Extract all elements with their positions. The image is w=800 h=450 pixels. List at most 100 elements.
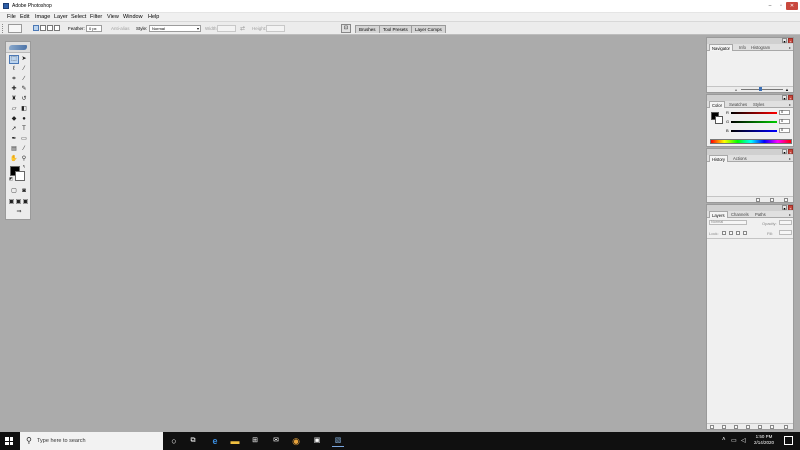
- tab-actions[interactable]: Actions: [731, 155, 749, 162]
- green-channel-slider[interactable]: [731, 121, 777, 123]
- cortana-icon[interactable]: ○: [168, 435, 180, 447]
- zoom-slider-handle[interactable]: [759, 87, 762, 91]
- path-selection-tool-icon[interactable]: ➚: [9, 125, 19, 134]
- add-selection-icon[interactable]: [40, 25, 46, 31]
- fill-input[interactable]: [779, 230, 792, 235]
- action-center-icon[interactable]: [784, 436, 793, 445]
- marquee-tool-icon[interactable]: ⬚: [9, 55, 19, 64]
- file-explorer-icon[interactable]: ▬: [229, 435, 241, 447]
- task-view-icon[interactable]: ⧉: [187, 435, 199, 447]
- palette-close-icon[interactable]: ×: [788, 38, 793, 44]
- menu-filter[interactable]: Filter: [90, 14, 102, 20]
- store-icon[interactable]: ⊞: [249, 435, 261, 447]
- edge-browser-icon[interactable]: e: [209, 435, 221, 447]
- feather-input[interactable]: 0 px: [86, 25, 102, 32]
- well-tab-tool-presets[interactable]: Tool Presets: [379, 25, 412, 33]
- quick-mask-mode-icon[interactable]: ◙: [19, 187, 29, 196]
- healing-brush-tool-icon[interactable]: ✚: [9, 85, 19, 94]
- lock-all-icon[interactable]: [743, 231, 747, 235]
- clone-stamp-tool-icon[interactable]: ♜: [9, 95, 19, 104]
- tab-history[interactable]: History: [709, 155, 729, 162]
- brush-tool-icon[interactable]: ✎: [19, 85, 29, 94]
- subtract-selection-icon[interactable]: [47, 25, 53, 31]
- delete-layer-icon[interactable]: [784, 425, 788, 429]
- toolbox-header[interactable]: [6, 42, 30, 53]
- background-color-swatch[interactable]: [15, 171, 25, 181]
- lock-image-icon[interactable]: [729, 231, 733, 235]
- type-tool-icon[interactable]: T: [19, 125, 29, 134]
- tab-color[interactable]: Color: [709, 101, 726, 108]
- tab-channels[interactable]: Channels: [729, 211, 751, 218]
- lock-transparency-icon[interactable]: [722, 231, 726, 235]
- layer-style-icon[interactable]: [722, 425, 726, 429]
- palette-menu-icon[interactable]: ▸: [789, 156, 791, 161]
- new-fill-layer-icon[interactable]: [746, 425, 750, 429]
- jump-to-imageready-icon[interactable]: ⇒: [9, 208, 29, 217]
- zoom-slider[interactable]: [741, 89, 783, 90]
- zoom-out-icon[interactable]: ▵: [735, 88, 739, 92]
- chrome-icon[interactable]: ◉: [290, 435, 302, 447]
- palette-close-icon[interactable]: ×: [788, 95, 793, 101]
- eraser-tool-icon[interactable]: ▱: [9, 105, 19, 114]
- close-button[interactable]: ✕: [786, 2, 798, 10]
- photoshop-taskbar-icon[interactable]: ▧: [332, 435, 344, 447]
- palette-minimize-icon[interactable]: ▾: [782, 95, 787, 101]
- options-bar-grip[interactable]: [2, 24, 4, 33]
- red-channel-input[interactable]: 0: [779, 110, 790, 115]
- swap-width-height-icon[interactable]: ⇄: [240, 25, 245, 32]
- palette-menu-icon[interactable]: ▸: [789, 102, 791, 107]
- full-screen-menu-mode-icon[interactable]: ▣: [15, 198, 22, 207]
- menu-view[interactable]: View: [107, 14, 119, 20]
- notes-tool-icon[interactable]: ▤: [9, 145, 19, 154]
- new-layer-icon[interactable]: [770, 425, 774, 429]
- blue-channel-input[interactable]: 0: [779, 128, 790, 133]
- new-document-from-state-icon[interactable]: [756, 198, 760, 202]
- create-snapshot-icon[interactable]: [770, 198, 774, 202]
- pen-tool-icon[interactable]: ✒: [9, 135, 19, 144]
- zoom-tool-icon[interactable]: ⚲: [19, 155, 29, 164]
- zoom-in-icon[interactable]: ▲: [785, 88, 789, 92]
- new-group-icon[interactable]: [758, 425, 762, 429]
- taskbar-search[interactable]: ⚲ Type here to search: [20, 432, 163, 450]
- move-tool-icon[interactable]: ➤: [19, 55, 29, 64]
- tab-histogram[interactable]: Histogram: [749, 44, 772, 51]
- minimize-button[interactable]: –: [765, 2, 775, 10]
- style-select[interactable]: Normal ▾: [149, 25, 201, 32]
- system-clock[interactable]: 1:50 PM 2/14/2020: [748, 434, 780, 446]
- magic-wand-tool-icon[interactable]: ⁄: [19, 65, 29, 74]
- link-layers-icon[interactable]: [710, 425, 714, 429]
- maximize-button[interactable]: ▫: [776, 2, 786, 10]
- menu-help[interactable]: Help: [148, 14, 159, 20]
- eyedropper-tool-icon[interactable]: ⁄: [19, 145, 29, 154]
- palette-close-icon[interactable]: ×: [788, 205, 793, 211]
- swap-colors-icon[interactable]: ↰: [21, 164, 27, 170]
- menu-select[interactable]: Select: [71, 14, 86, 20]
- dodge-tool-icon[interactable]: ●: [19, 115, 29, 124]
- blue-channel-slider[interactable]: [731, 130, 777, 132]
- hand-tool-icon[interactable]: ✋: [9, 155, 19, 164]
- width-input[interactable]: [217, 25, 236, 32]
- network-icon[interactable]: ▭: [731, 437, 737, 444]
- shape-tool-icon[interactable]: ▭: [19, 135, 29, 144]
- tab-info[interactable]: Info: [737, 44, 748, 51]
- palette-minimize-icon[interactable]: ▾: [782, 149, 787, 155]
- delete-state-icon[interactable]: [784, 198, 788, 202]
- anti-alias-checkbox[interactable]: Anti-alias: [111, 26, 130, 31]
- tool-preset-picker[interactable]: [8, 24, 22, 33]
- palette-minimize-icon[interactable]: ▾: [782, 38, 787, 44]
- blend-mode-select[interactable]: Normal: [709, 220, 747, 225]
- gradient-tool-icon[interactable]: ◧: [19, 105, 29, 114]
- palette-menu-icon[interactable]: ▸: [789, 45, 791, 50]
- palette-minimize-icon[interactable]: ▾: [782, 205, 787, 211]
- red-channel-slider[interactable]: [731, 112, 777, 114]
- mail-icon[interactable]: ✉: [270, 435, 282, 447]
- green-channel-input[interactable]: 0: [779, 119, 790, 124]
- menu-file[interactable]: File: [7, 14, 16, 20]
- tab-paths[interactable]: Paths: [753, 211, 768, 218]
- standard-mode-icon[interactable]: ▢: [9, 187, 19, 196]
- full-screen-mode-icon[interactable]: ▣: [22, 198, 29, 207]
- menu-image[interactable]: Image: [35, 14, 50, 20]
- crop-tool-icon[interactable]: ⌗: [9, 75, 19, 84]
- lock-position-icon[interactable]: [736, 231, 740, 235]
- palette-well-toggle[interactable]: ⊡: [341, 24, 351, 33]
